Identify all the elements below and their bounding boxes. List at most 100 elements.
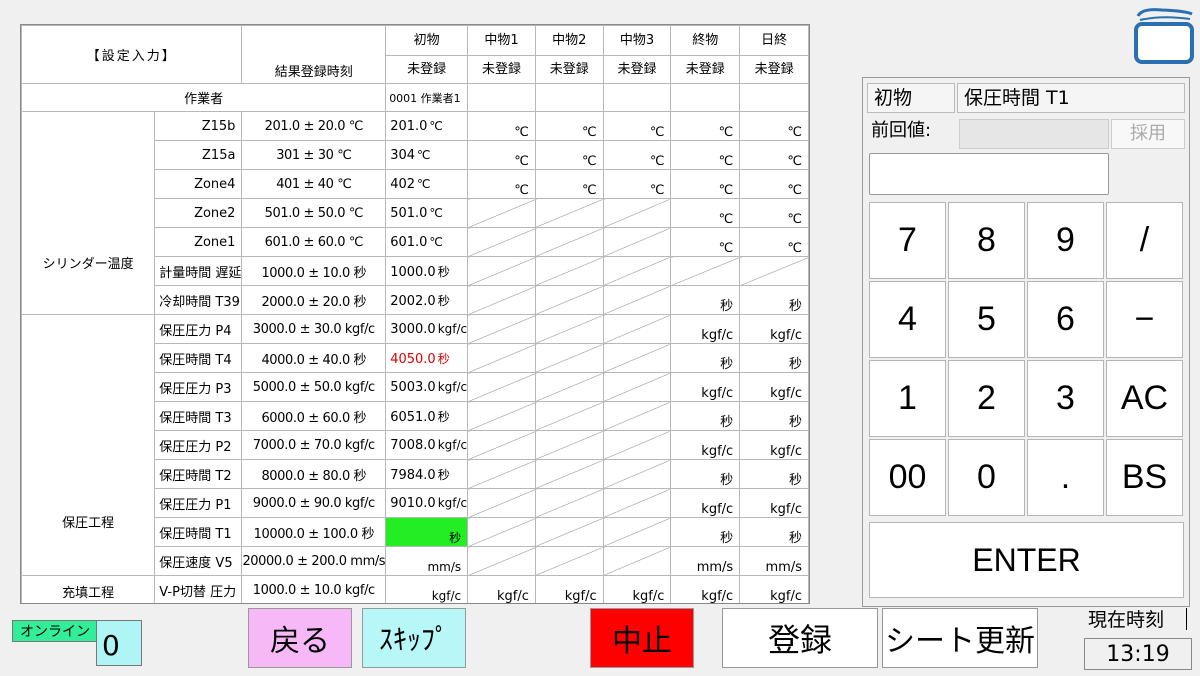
stage-cell[interactable] bbox=[534, 488, 604, 518]
stage-cell[interactable]: 秒 bbox=[670, 517, 741, 547]
stage-cell[interactable] bbox=[534, 546, 604, 576]
keypad-key[interactable]: 2 bbox=[948, 360, 1025, 437]
adopt-button[interactable]: 採用 bbox=[1111, 119, 1185, 149]
numeric-input[interactable] bbox=[869, 153, 1109, 195]
stage-cell[interactable] bbox=[602, 372, 672, 402]
stage-cell[interactable] bbox=[467, 459, 536, 489]
stage-cell[interactable]: mm/s bbox=[670, 546, 741, 576]
stage-cell[interactable] bbox=[534, 430, 604, 460]
stage-cell[interactable]: ℃ bbox=[739, 111, 809, 141]
window-icon[interactable] bbox=[1132, 4, 1196, 66]
stage-cell[interactable] bbox=[534, 517, 604, 547]
keypad-key[interactable]: AC bbox=[1106, 360, 1183, 437]
stage-cell[interactable] bbox=[467, 227, 536, 257]
stage-cell[interactable] bbox=[534, 198, 604, 228]
value-cell[interactable]: 7984.0 秒 bbox=[385, 459, 469, 489]
stage-cell[interactable]: ℃ bbox=[670, 140, 741, 170]
stage-cell[interactable] bbox=[602, 430, 672, 460]
stage-cell[interactable] bbox=[602, 285, 672, 315]
stage-cell[interactable] bbox=[467, 285, 536, 315]
keypad-key[interactable]: 5 bbox=[948, 281, 1025, 358]
value-cell[interactable]: 1000.0 秒 bbox=[385, 256, 469, 286]
keypad-key[interactable]: BS bbox=[1106, 439, 1183, 516]
stage-cell[interactable]: ℃ bbox=[739, 198, 809, 228]
keypad-key[interactable]: 3 bbox=[1027, 360, 1104, 437]
stop-button[interactable]: 中止 bbox=[590, 608, 694, 668]
stage-cell[interactable]: kgf/c bbox=[467, 575, 536, 603]
stage-cell[interactable]: 秒 bbox=[670, 459, 741, 489]
value-cell[interactable]: 秒 bbox=[385, 517, 469, 547]
stage-cell[interactable]: 秒 bbox=[670, 285, 741, 315]
stage-cell[interactable] bbox=[602, 488, 672, 518]
stage-cell[interactable]: kgf/c bbox=[739, 372, 809, 402]
operator-value[interactable]: 0001 作業者1 bbox=[385, 83, 469, 112]
stage-cell[interactable]: ℃ bbox=[670, 111, 741, 141]
stage-cell[interactable] bbox=[467, 198, 536, 228]
sheet-update-button[interactable]: シート更新 bbox=[882, 608, 1038, 668]
keypad-key[interactable]: 0 bbox=[948, 439, 1025, 516]
operator-cell[interactable] bbox=[467, 83, 536, 112]
stage-cell[interactable]: 秒 bbox=[739, 459, 809, 489]
keypad-key[interactable]: 8 bbox=[948, 202, 1025, 279]
keypad-key[interactable]: 9 bbox=[1027, 202, 1104, 279]
stage-cell[interactable]: mm/s bbox=[739, 546, 809, 576]
stage-cell[interactable]: ℃ bbox=[467, 169, 536, 199]
stage-cell[interactable] bbox=[602, 401, 672, 431]
stage-cell[interactable] bbox=[467, 372, 536, 402]
stage-cell[interactable]: kgf/c bbox=[739, 488, 809, 518]
stage-cell[interactable]: ℃ bbox=[739, 227, 809, 257]
value-cell[interactable]: 4050.0 秒 bbox=[385, 343, 469, 373]
keypad-key[interactable]: 6 bbox=[1027, 281, 1104, 358]
keypad-key[interactable]: 00 bbox=[869, 439, 946, 516]
stage-cell[interactable]: kgf/c bbox=[670, 372, 741, 402]
stage-cell[interactable]: kgf/c bbox=[739, 314, 809, 344]
stage-cell[interactable]: ℃ bbox=[602, 111, 672, 141]
stage-cell[interactable]: ℃ bbox=[534, 169, 604, 199]
value-cell[interactable]: kgf/c bbox=[385, 575, 469, 603]
keypad-key[interactable]: . bbox=[1027, 439, 1104, 516]
stage-cell[interactable] bbox=[467, 256, 536, 286]
value-cell[interactable]: 2002.0 秒 bbox=[385, 285, 469, 315]
stage-cell[interactable] bbox=[467, 488, 536, 518]
stage-cell[interactable] bbox=[534, 227, 604, 257]
value-cell[interactable]: 3000.0 kgf/c bbox=[385, 314, 469, 344]
stage-cell[interactable] bbox=[602, 343, 672, 373]
stage-cell[interactable]: ℃ bbox=[467, 111, 536, 141]
stage-cell[interactable]: ℃ bbox=[534, 140, 604, 170]
stage-cell[interactable] bbox=[602, 459, 672, 489]
value-cell[interactable]: 402 ℃ bbox=[385, 169, 469, 199]
stage-cell[interactable] bbox=[534, 256, 604, 286]
stage-cell[interactable]: kgf/c bbox=[739, 430, 809, 460]
value-cell[interactable]: 601.0 ℃ bbox=[385, 227, 469, 257]
stage-cell[interactable] bbox=[534, 401, 604, 431]
stage-cell[interactable]: ℃ bbox=[670, 169, 741, 199]
stage-cell[interactable] bbox=[670, 256, 741, 286]
stage-cell[interactable] bbox=[602, 256, 672, 286]
operator-cell[interactable] bbox=[602, 83, 672, 112]
stage-cell[interactable]: kgf/c bbox=[602, 575, 672, 603]
stage-cell[interactable]: ℃ bbox=[739, 140, 809, 170]
stage-cell[interactable]: ℃ bbox=[602, 169, 672, 199]
value-cell[interactable]: 9010.0 kgf/c bbox=[385, 488, 469, 518]
keypad-key[interactable]: 4 bbox=[869, 281, 946, 358]
stage-cell[interactable]: kgf/c bbox=[534, 575, 604, 603]
stage-cell[interactable] bbox=[534, 459, 604, 489]
stage-cell[interactable] bbox=[602, 227, 672, 257]
stage-cell[interactable]: kgf/c bbox=[739, 575, 809, 603]
stage-cell[interactable] bbox=[534, 285, 604, 315]
stage-cell[interactable]: ℃ bbox=[602, 140, 672, 170]
stage-cell[interactable] bbox=[534, 372, 604, 402]
keypad-key[interactable]: 1 bbox=[869, 360, 946, 437]
value-cell[interactable]: 201.0 ℃ bbox=[385, 111, 469, 141]
keypad-key[interactable]: − bbox=[1106, 281, 1183, 358]
stage-cell[interactable] bbox=[467, 314, 536, 344]
stage-cell[interactable] bbox=[602, 314, 672, 344]
stage-cell[interactable]: 秒 bbox=[739, 517, 809, 547]
operator-cell[interactable] bbox=[739, 83, 809, 112]
value-cell[interactable]: 6051.0 秒 bbox=[385, 401, 469, 431]
stage-cell[interactable] bbox=[602, 546, 672, 576]
stage-cell[interactable] bbox=[467, 430, 536, 460]
stage-cell[interactable] bbox=[467, 343, 536, 373]
enter-button[interactable]: ENTER bbox=[869, 522, 1184, 598]
stage-cell[interactable] bbox=[467, 401, 536, 431]
